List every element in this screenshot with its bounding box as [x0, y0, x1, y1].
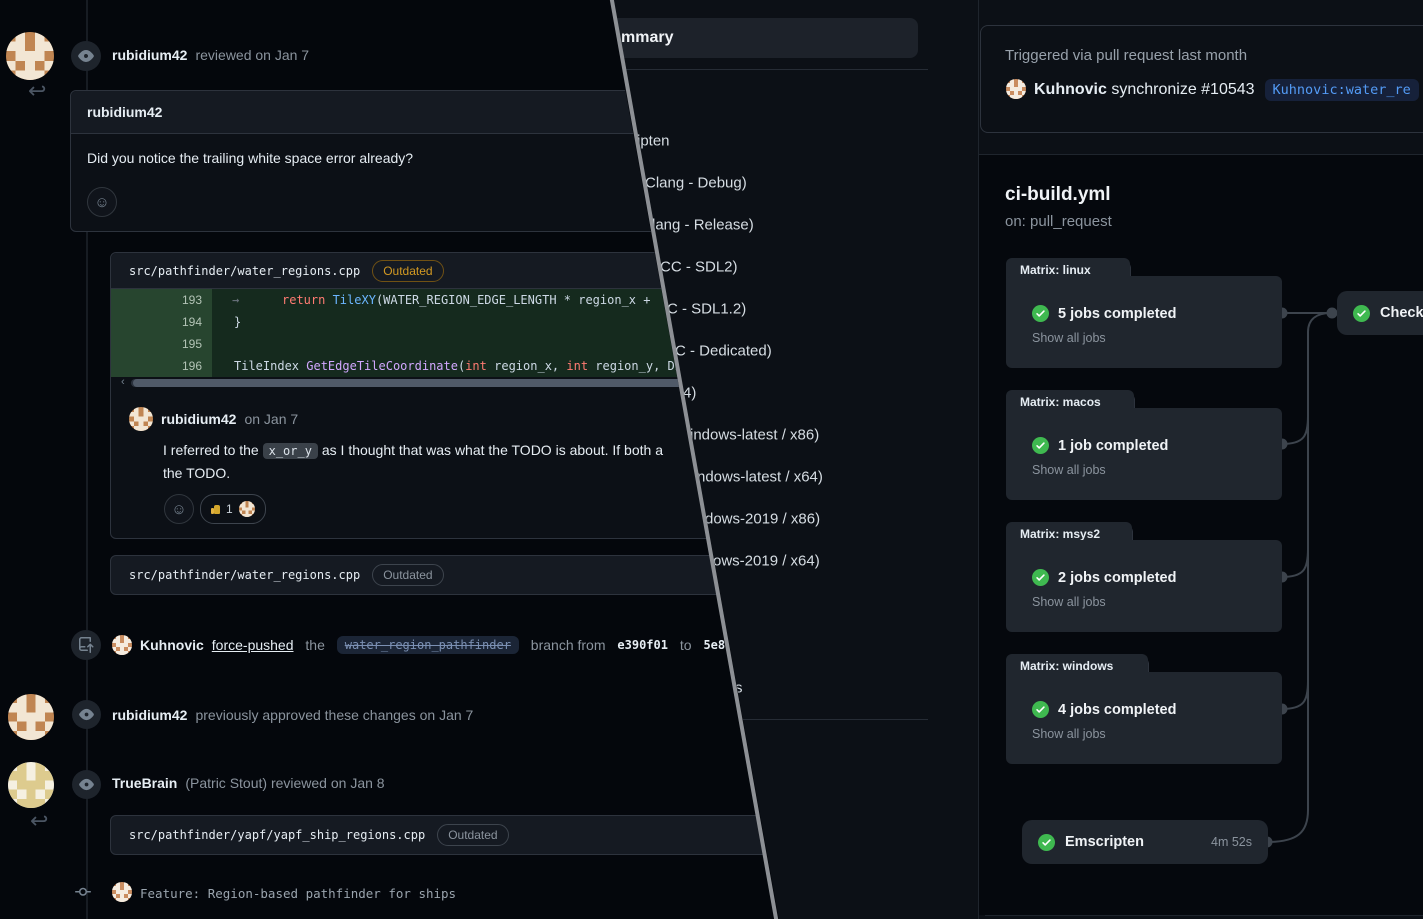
force-pushed-link[interactable]: force-pushed — [212, 637, 294, 653]
file-path[interactable]: src/pathfinder/yapf/yapf_ship_regions.cp… — [129, 828, 425, 842]
diff-line-number[interactable]: 193 — [111, 289, 212, 311]
avatar[interactable] — [129, 407, 153, 431]
check-circle-icon — [1038, 834, 1055, 851]
thread-meta: on Jan 7 — [244, 411, 298, 427]
smiley-icon: ☺ — [94, 194, 109, 211]
outdated-badge: Outdated — [372, 564, 443, 586]
matrix-status: 5 jobs completed — [1058, 306, 1176, 322]
matrix-status: 1 job completed — [1058, 438, 1168, 454]
screenshot-root: rubidium42 reviewed on Jan 7 ↩ rubidium4… — [0, 0, 1423, 919]
job-node-emscripten[interactable]: Emscripten 4m 52s — [1022, 820, 1268, 864]
reaction-count: 1 — [226, 502, 233, 516]
show-all-jobs-link[interactable]: Show all jobs — [1032, 331, 1106, 345]
avatar[interactable] — [8, 762, 54, 808]
diff-line-number[interactable]: 195 — [111, 333, 212, 355]
matrix-card[interactable]: 2 jobs completed Show all jobs — [1006, 540, 1282, 632]
check-circle-icon — [1032, 569, 1049, 586]
show-all-jobs-link[interactable]: Show all jobs — [1032, 595, 1106, 609]
eye-icon — [71, 41, 101, 71]
eye-icon — [72, 770, 101, 799]
repo-push-icon — [71, 630, 101, 660]
reviewer-name[interactable]: TrueBrain — [112, 775, 177, 791]
check-circle-icon — [1032, 305, 1049, 322]
review-meta: previously approved these changes on Jan… — [195, 707, 473, 723]
thread-body: I referred to the x_or_y as I thought th… — [163, 439, 723, 484]
eye-icon — [72, 700, 101, 729]
job-label[interactable]: Emscripten — [1065, 834, 1144, 850]
check-circle-icon — [1032, 701, 1049, 718]
avatar[interactable] — [8, 694, 54, 740]
matrix-card[interactable]: 4 jobs completed Show all jobs — [1006, 672, 1282, 764]
check-circle-icon — [1353, 305, 1370, 322]
avatar — [239, 501, 255, 517]
deleted-branch-pill: water_region_pathfinder — [337, 636, 519, 654]
show-all-jobs-link[interactable]: Show all jobs — [1032, 463, 1106, 477]
add-reaction-button[interactable]: ☺ — [87, 187, 117, 217]
matrix-tab-label: Matrix: msys2 — [1020, 527, 1100, 541]
review-meta: (Patric Stout) reviewed on Jan 8 — [185, 775, 384, 791]
reviewer-name[interactable]: rubidium42 — [112, 47, 187, 63]
job-duration: 4m 52s — [1211, 835, 1252, 849]
inline-code: x_or_y — [263, 443, 318, 459]
avatar[interactable] — [112, 882, 132, 902]
outdated-badge: Outdated — [437, 824, 508, 846]
matrix-tab-label: Matrix: windows — [1020, 659, 1113, 673]
reviewer-name[interactable]: rubidium42 — [112, 707, 187, 723]
outdated-badge: Outdated — [372, 260, 443, 282]
thumbs-up-reaction[interactable]: 1 — [200, 494, 266, 524]
matrix-tab-label: Matrix: linux — [1020, 263, 1091, 277]
check-circle-icon — [1032, 437, 1049, 454]
add-reaction-button[interactable]: ☺ — [164, 494, 194, 524]
scroll-left-icon[interactable]: ‹ — [121, 376, 125, 388]
matrix-status: 2 jobs completed — [1058, 570, 1176, 586]
thread-author[interactable]: rubidium42 — [161, 411, 236, 427]
job-node-check-annotations[interactable]: Check An — [1337, 291, 1423, 335]
reply-arrow-icon: ↩ — [30, 810, 48, 832]
avatar[interactable] — [112, 635, 132, 655]
file-path[interactable]: src/pathfinder/water_regions.cpp — [129, 568, 360, 582]
pusher-name[interactable]: Kuhnovic — [140, 637, 204, 653]
diff-line-number[interactable]: 194 — [111, 311, 212, 333]
comment-author[interactable]: rubidium42 — [87, 104, 162, 120]
commit-icon — [70, 884, 96, 900]
diff-line-number[interactable]: 196 — [111, 355, 212, 377]
diff-marker-icon: → — [232, 289, 239, 311]
matrix-status: 4 jobs completed — [1058, 702, 1176, 718]
avatar[interactable] — [6, 32, 54, 80]
show-all-jobs-link[interactable]: Show all jobs — [1032, 727, 1106, 741]
reply-arrow-icon: ↩ — [28, 80, 46, 102]
matrix-card[interactable]: 5 jobs completed Show all jobs — [1006, 276, 1282, 368]
matrix-card[interactable]: 1 job completed Show all jobs — [1006, 408, 1282, 500]
review-meta: reviewed on Jan 7 — [195, 47, 309, 63]
commit-sha: e390f01 — [617, 638, 668, 652]
thumbs-up-icon — [211, 504, 220, 514]
matrix-tab-label: Matrix: macos — [1020, 395, 1101, 409]
commit-message[interactable]: Feature: Region-based pathfinder for shi… — [140, 886, 456, 901]
job-label[interactable]: Check An — [1380, 305, 1423, 321]
file-path[interactable]: src/pathfinder/water_regions.cpp — [129, 264, 360, 278]
